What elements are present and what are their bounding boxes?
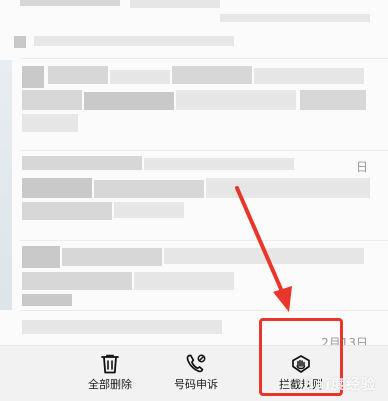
number-appeal-label: 号码申诉	[174, 378, 218, 391]
trash-icon	[101, 354, 119, 374]
list-item[interactable]	[14, 0, 370, 56]
list-item[interactable]: 日	[20, 154, 370, 246]
left-edge-decoration	[0, 60, 12, 310]
list-item[interactable]	[20, 244, 370, 310]
blocked-message-list: 日 2月13日	[0, 0, 388, 350]
delete-all-label: 全部删除	[88, 378, 132, 391]
list-item[interactable]	[20, 62, 370, 152]
number-appeal-button[interactable]: 号码申诉	[148, 350, 244, 398]
date-label: 日	[355, 160, 368, 174]
phone-appeal-icon	[186, 354, 206, 373]
watermark: Bai度经验	[303, 377, 376, 393]
delete-all-button[interactable]: 全部删除	[62, 350, 158, 398]
